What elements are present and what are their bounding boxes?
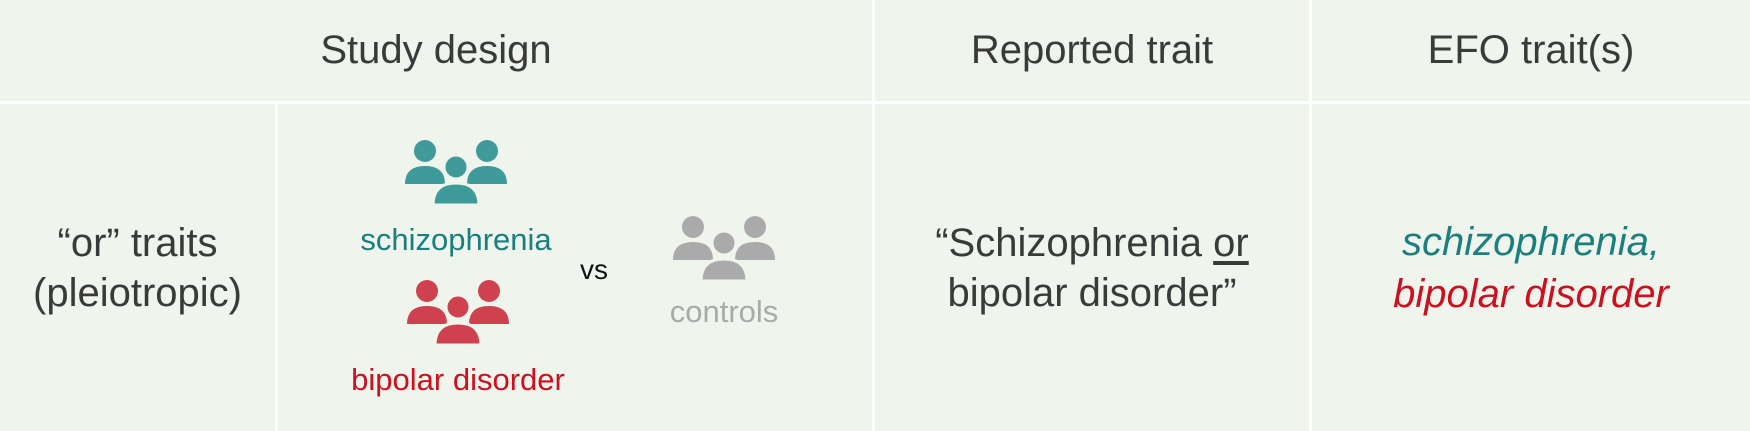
header-reported-trait-label: Reported trait (970, 28, 1214, 72)
control-label: controls (669, 294, 779, 329)
efo-trait-schizophrenia: schizophrenia, (1402, 219, 1660, 264)
versus-label: vs (580, 254, 608, 285)
trait-type-line2: (pleiotropic) (33, 270, 242, 315)
efo-traits-cell: schizophrenia, bipolar disorder (1312, 104, 1750, 431)
people-group-icon (405, 140, 507, 206)
efo-trait-bipolar-disorder: bipolar disorder (1393, 271, 1669, 316)
trait-type-cell: “or” traits (pleiotropic) (0, 104, 275, 431)
people-group-icon (673, 216, 775, 282)
trait-type-line1: “or” traits (57, 220, 218, 265)
reported-trait-line2: bipolar disorder” (947, 270, 1237, 315)
reported-trait-line1: “Schizophrenia or (935, 218, 1249, 268)
group-a-label: schizophrenia (360, 222, 552, 257)
header-reported-trait: Reported trait (875, 0, 1309, 101)
reported-trait-prefix: “Schizophrenia (935, 220, 1214, 265)
group-b-label: bipolar disorder (351, 362, 565, 397)
header-study-design-label: Study design (320, 28, 552, 72)
header-efo-traits: EFO trait(s) (1312, 0, 1750, 101)
reported-trait-cell: “Schizophrenia or bipolar disorder” (875, 104, 1309, 431)
people-group-icon (407, 280, 509, 346)
header-study-design: Study design (0, 0, 872, 101)
header-efo-traits-label: EFO trait(s) (1427, 28, 1635, 72)
study-design-table: Study design Reported trait EFO trait(s)… (0, 0, 1750, 431)
reported-trait-or: or (1213, 220, 1249, 265)
study-design-diagram-cell: schizophrenia bipolar disorder vs contro… (278, 104, 872, 431)
